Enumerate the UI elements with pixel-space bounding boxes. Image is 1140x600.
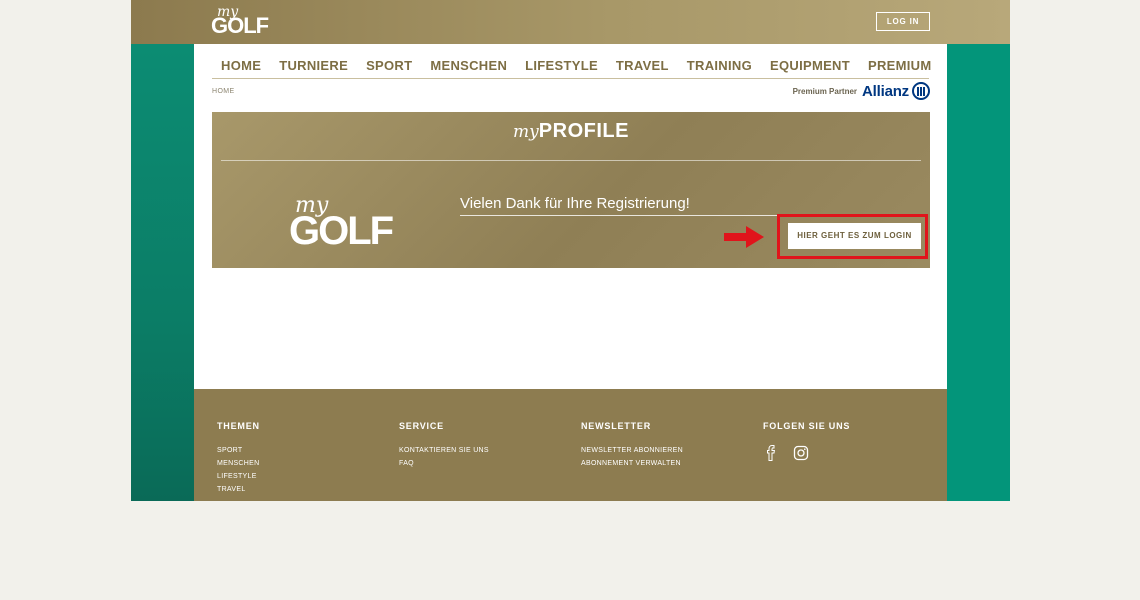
nav-item-travel[interactable]: TRAVEL xyxy=(607,57,678,78)
footer-link-sport[interactable]: SPORT xyxy=(217,447,260,454)
panel-logo-golf: GOLF xyxy=(289,209,394,253)
facebook-icon[interactable] xyxy=(763,445,779,461)
footer-title-newsletter: NEWSLETTER xyxy=(581,421,651,431)
main-content: HOME TURNIERE SPORT MENSCHEN LIFESTYLE T… xyxy=(194,44,947,389)
nav-item-menschen[interactable]: MENSCHEN xyxy=(421,57,516,78)
right-background xyxy=(947,44,1010,501)
footer-column-themen: THEMEN SPORT MENSCHEN LIFESTYLE TRAVEL xyxy=(217,421,260,499)
footer-column-service: SERVICE KONTAKTIEREN SIE UNS FAQ xyxy=(399,421,489,473)
footer-column-social: FOLGEN SIE UNS xyxy=(763,421,850,461)
main-nav: HOME TURNIERE SPORT MENSCHEN LIFESTYLE T… xyxy=(212,57,931,79)
top-bar: my GOLF LOG IN xyxy=(131,0,1010,44)
footer-link-newsletter-subscribe[interactable]: NEWSLETTER ABONNIEREN xyxy=(581,447,683,454)
social-links xyxy=(763,445,850,461)
registration-message: Vielen Dank für Ihre Registrierung! xyxy=(460,195,820,216)
login-button[interactable]: LOG IN xyxy=(876,12,930,31)
footer-link-menschen[interactable]: MENSCHEN xyxy=(217,460,260,467)
logo-golf-text: GOLF xyxy=(211,13,269,38)
page-frame: my GOLF LOG IN HOME TURNIERE SPORT MENSC… xyxy=(131,0,1010,501)
partner-label: Premium Partner xyxy=(792,86,858,96)
mygolf-logo[interactable]: my GOLF xyxy=(211,5,269,38)
nav-item-premium[interactable]: PREMIUM xyxy=(859,57,941,78)
footer-link-manage-subscription[interactable]: ABONNEMENT VERWALTEN xyxy=(581,460,683,467)
panel-divider xyxy=(221,160,921,161)
panel-title-my: my xyxy=(513,122,539,142)
go-to-login-button[interactable]: HIER GEHT ES ZUM LOGIN xyxy=(788,223,921,249)
nav-item-turniere[interactable]: TURNIERE xyxy=(270,57,357,78)
nav-item-training[interactable]: TRAINING xyxy=(678,57,761,78)
footer: THEMEN SPORT MENSCHEN LIFESTYLE TRAVEL S… xyxy=(194,389,947,501)
allianz-logo-icon xyxy=(912,82,930,100)
footer-title-themen: THEMEN xyxy=(217,421,260,431)
nav-item-equipment[interactable]: EQUIPMENT xyxy=(761,57,859,78)
footer-link-lifestyle[interactable]: LIFESTYLE xyxy=(217,473,260,480)
instagram-icon[interactable] xyxy=(793,445,809,461)
profile-panel: myPROFILE my GOLF Vielen Dank für Ihre R… xyxy=(212,112,930,268)
footer-link-faq[interactable]: FAQ xyxy=(399,460,489,467)
left-background xyxy=(131,44,194,501)
footer-link-contact[interactable]: KONTAKTIEREN SIE UNS xyxy=(399,447,489,454)
red-arrow-icon xyxy=(724,226,764,248)
panel-title-profile: PROFILE xyxy=(538,120,629,142)
footer-column-newsletter: NEWSLETTER NEWSLETTER ABONNIEREN ABONNEM… xyxy=(581,421,683,473)
footer-link-travel[interactable]: TRAVEL xyxy=(217,486,260,493)
footer-title-social: FOLGEN SIE UNS xyxy=(763,421,851,431)
breadcrumb[interactable]: HOME xyxy=(212,88,235,95)
nav-item-home[interactable]: HOME xyxy=(212,57,270,78)
footer-title-service: SERVICE xyxy=(399,421,444,431)
panel-title: myPROFILE xyxy=(212,120,930,143)
premium-partner[interactable]: Premium Partner Allianz xyxy=(793,82,930,100)
nav-item-sport[interactable]: SPORT xyxy=(357,57,421,78)
allianz-logo-text: Allianz xyxy=(862,82,909,100)
nav-item-lifestyle[interactable]: LIFESTYLE xyxy=(516,57,607,78)
panel-mygolf-logo: my GOLF xyxy=(289,195,394,253)
